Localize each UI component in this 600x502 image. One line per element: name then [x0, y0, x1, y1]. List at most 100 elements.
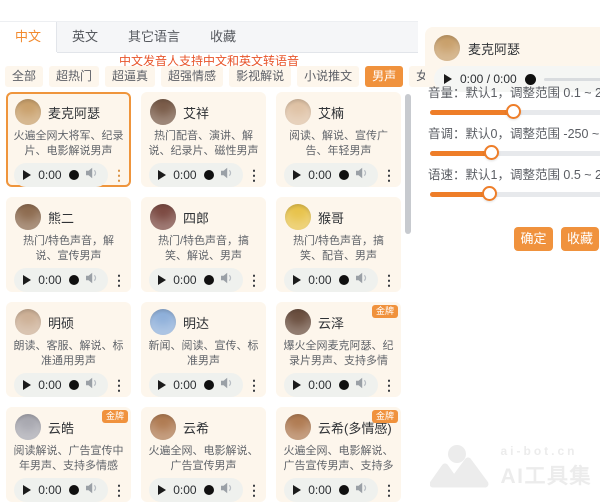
favorite-button[interactable]: 收藏 [561, 227, 599, 251]
progress-dot-icon[interactable] [339, 170, 349, 180]
selected-voice-header: 麦克阿瑟 [434, 35, 600, 61]
progress-track[interactable] [544, 78, 600, 81]
play-icon[interactable] [158, 275, 166, 285]
filter-strong-emotion[interactable]: 超强情感 [161, 66, 223, 87]
tab-english[interactable]: 英文 [57, 22, 113, 52]
voice-card-maikease[interactable]: 麦克阿瑟火遍全网大将军、纪录片、电影解说男声0:00⋮ [6, 92, 131, 187]
voice-description: 阅读、解说、宣传广告、年轻男声 [276, 129, 401, 159]
confirm-button[interactable]: 确定 [514, 227, 553, 251]
selected-voice-name: 麦克阿瑟 [468, 39, 520, 58]
volume-icon[interactable] [86, 166, 99, 184]
filter-all[interactable]: 全部 [5, 66, 43, 87]
voice-card-aixiang[interactable]: 艾祥热门配音、演讲、解说、纪录片、磁性男声0:00⋮ [141, 92, 266, 187]
pitch-slider-handle[interactable] [484, 145, 499, 160]
audio-time: 0:00 [308, 378, 331, 392]
tab-other-languages[interactable]: 其它语言 [113, 22, 195, 52]
more-menu-icon[interactable]: ⋮ [247, 478, 261, 502]
voice-card-mingda[interactable]: 明达新闻、阅读、宣传、标准男声0:00⋮ [141, 302, 266, 397]
voice-name: 明硕 [48, 313, 74, 332]
speed-slider-handle[interactable] [482, 186, 497, 201]
voice-player-row: 0:00⋮ [14, 268, 126, 292]
more-menu-icon[interactable]: ⋮ [382, 373, 396, 397]
volume-icon[interactable] [356, 481, 369, 499]
filter-super-real[interactable]: 超逼真 [105, 66, 155, 87]
progress-dot-icon[interactable] [204, 380, 214, 390]
speed-group: 语速：默认1，调整范围 0.5 ~ 2 [428, 168, 600, 202]
play-icon[interactable] [158, 170, 166, 180]
voice-card-yunze[interactable]: 云泽金牌爆火全网麦克阿瑟、纪录片男声、支持多情感、多角色0:00⋮ [276, 302, 401, 397]
filter-movie-narration[interactable]: 影视解说 [229, 66, 291, 87]
volume-icon[interactable] [86, 481, 99, 499]
more-menu-icon[interactable]: ⋮ [247, 268, 261, 292]
more-menu-icon[interactable]: ⋮ [112, 163, 126, 187]
play-icon[interactable] [293, 170, 301, 180]
watermark-text: ai-bot.cn AI工具集 [501, 444, 593, 490]
more-menu-icon[interactable]: ⋮ [112, 268, 126, 292]
more-menu-icon[interactable]: ⋮ [112, 373, 126, 397]
voice-avatar [150, 309, 176, 335]
scrollbar-thumb[interactable] [405, 94, 411, 234]
watermark-name: AI工具集 [501, 460, 593, 490]
progress-dot-icon[interactable] [69, 170, 79, 180]
play-icon[interactable] [293, 275, 301, 285]
volume-icon[interactable] [86, 271, 99, 289]
play-icon[interactable] [158, 485, 166, 495]
voice-card-silang[interactable]: 四郎热门/特色声音，搞笑、解说、男声0:00⋮ [141, 197, 266, 292]
volume-group: 音量：默认1，调整范围 0.1 ~ 2 [428, 86, 600, 120]
volume-slider-fill [430, 110, 514, 115]
voice-card-houge[interactable]: 猴哥热门/特色声音，搞笑、配音、男声0:00⋮ [276, 197, 401, 292]
voice-card-yunxi-emotion[interactable]: 云希(多情感)金牌火遍全网、电影解说、广告宣传男声、支持多情感、多角色0:00⋮ [276, 407, 401, 502]
volume-icon[interactable] [356, 376, 369, 394]
progress-dot-icon[interactable] [69, 485, 79, 495]
play-icon[interactable] [23, 170, 31, 180]
tab-favorites[interactable]: 收藏 [195, 22, 251, 52]
more-menu-icon[interactable]: ⋮ [112, 478, 126, 502]
progress-dot-icon[interactable] [339, 485, 349, 495]
progress-dot-icon[interactable] [339, 275, 349, 285]
more-menu-icon[interactable]: ⋮ [247, 163, 261, 187]
voice-card-mingshuo[interactable]: 明硕朗读、客服、解说、标准通用男声0:00⋮ [6, 302, 131, 397]
voice-audio-player: 0:00 [14, 478, 108, 502]
filter-male[interactable]: 男声 [365, 66, 403, 87]
volume-icon[interactable] [356, 166, 369, 184]
progress-dot-icon[interactable] [204, 275, 214, 285]
filter-novel-text[interactable]: 小说推文 [297, 66, 359, 87]
voice-player-row: 0:00 ⋮ [284, 373, 396, 397]
play-icon[interactable] [158, 380, 166, 390]
tab-chinese[interactable]: 中文 [0, 22, 57, 52]
voice-card-ainan[interactable]: 艾楠阅读、解说、宣传广告、年轻男声0:00⋮ [276, 92, 401, 187]
speed-slider-fill [430, 192, 490, 197]
more-menu-icon[interactable]: ⋮ [382, 478, 396, 502]
tts-voice-picker: 中文英文其它语言收藏 中文发音人支持中文和英文转语音 全部超热门超逼真超强情感影… [0, 0, 600, 500]
play-icon[interactable] [444, 74, 452, 84]
progress-dot-icon[interactable] [204, 170, 214, 180]
volume-icon[interactable] [221, 166, 234, 184]
progress-handle-icon[interactable] [525, 74, 536, 85]
speed-slider [430, 186, 600, 202]
filter-super-hot[interactable]: 超热门 [49, 66, 99, 87]
volume-icon[interactable] [221, 376, 234, 394]
more-menu-icon[interactable]: ⋮ [382, 163, 396, 187]
voice-card-yunhao[interactable]: 云皓金牌阅读解说、广告宣传中年男声、支持多情感0:00⋮ [6, 407, 131, 502]
volume-icon[interactable] [86, 376, 99, 394]
play-icon[interactable] [23, 380, 31, 390]
play-icon[interactable] [23, 275, 31, 285]
progress-dot-icon[interactable] [69, 380, 79, 390]
volume-slider-handle[interactable] [506, 104, 521, 119]
voice-name: 麦克阿瑟 [48, 103, 100, 122]
volume-icon[interactable] [356, 271, 369, 289]
play-icon[interactable] [23, 485, 31, 495]
progress-dot-icon[interactable] [69, 275, 79, 285]
volume-icon[interactable] [221, 271, 234, 289]
progress-dot-icon[interactable] [204, 485, 214, 495]
audio-time: 0:00 [173, 378, 196, 392]
volume-icon[interactable] [221, 481, 234, 499]
voice-card-xionger[interactable]: 熊二热门/特色声音，解说、宣传男声0:00⋮ [6, 197, 131, 292]
more-menu-icon[interactable]: ⋮ [247, 373, 261, 397]
play-icon[interactable] [293, 485, 301, 495]
progress-dot-icon[interactable] [339, 380, 349, 390]
pitch-label: 音调：默认0，调整范围 -250 ~ 500 [428, 127, 600, 142]
play-icon[interactable] [293, 380, 301, 390]
voice-card-yunxi[interactable]: 云希火遍全网、电影解说、广告宣传男声0:00⋮ [141, 407, 266, 502]
more-menu-icon[interactable]: ⋮ [382, 268, 396, 292]
